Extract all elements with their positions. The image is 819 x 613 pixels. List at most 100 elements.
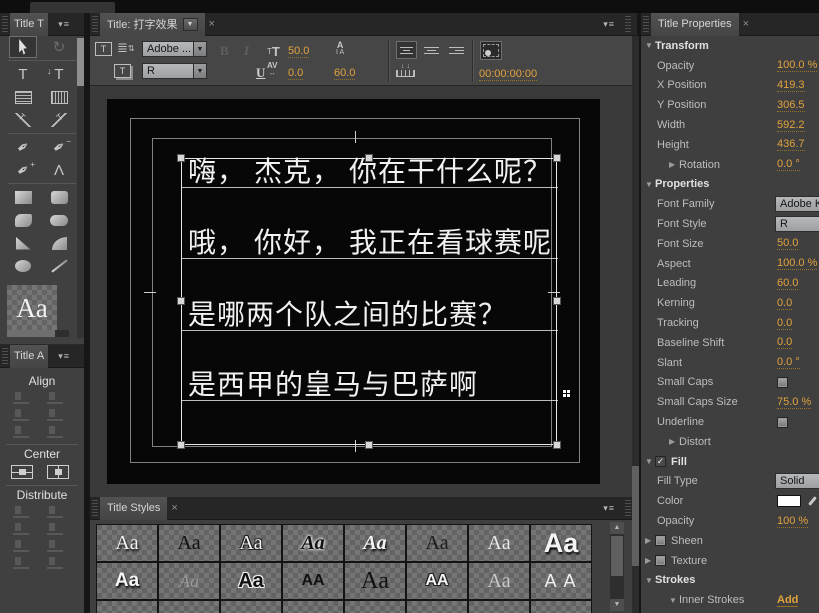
scroll-thumb[interactable] (632, 466, 639, 566)
height-value[interactable]: 436.7 (777, 138, 805, 151)
align-right-button[interactable] (446, 41, 467, 59)
pen-tool[interactable]: ✒ (9, 136, 37, 158)
selection-handle[interactable] (365, 154, 373, 162)
style-swatch[interactable]: A A (530, 562, 592, 600)
style-swatch[interactable]: Aa (96, 524, 158, 562)
style-swatch[interactable]: Aa (530, 524, 592, 562)
selection-handle[interactable] (553, 441, 561, 449)
expand-triangle-icon[interactable]: ▶ (645, 556, 655, 565)
underline-button[interactable]: U (256, 65, 265, 81)
small-caps-size-value[interactable]: 75.0 % (777, 396, 811, 409)
show-background-video-button[interactable] (480, 41, 502, 60)
font-style-select[interactable]: R (775, 216, 819, 232)
panel-menu-icon[interactable]: ▾≡ (603, 19, 615, 30)
small-caps-checkbox[interactable] (777, 377, 788, 388)
ellipse-tool[interactable] (9, 255, 37, 277)
properties-scrollbar[interactable] (632, 36, 639, 613)
rectangle-tool[interactable] (9, 186, 37, 208)
style-swatch[interactable]: Aa (96, 562, 158, 600)
leading-value[interactable]: 60.0 (777, 277, 798, 290)
roll-crawl-options-button[interactable]: ≣⇅ (117, 40, 135, 56)
style-swatch[interactable]: AA (406, 562, 468, 600)
center-vertical-button[interactable] (11, 465, 33, 479)
style-swatch[interactable] (158, 600, 220, 613)
style-swatch[interactable] (406, 600, 468, 613)
font-family-dropdown-arrow[interactable]: ▼ (194, 41, 207, 57)
panel-menu-icon[interactable]: ▾≡ (58, 351, 70, 362)
font-style-dropdown-arrow[interactable]: ▼ (194, 63, 207, 79)
font-size-value[interactable]: 50.0 (288, 45, 309, 58)
panel-gripper[interactable] (2, 348, 8, 364)
video-preview-area[interactable]: 嗨， 杰克， 你在干什么呢？哦， 你好， 我正在看球赛呢是哪两个队之间的比赛？是… (107, 99, 600, 484)
style-swatch[interactable]: Aa (158, 562, 220, 600)
scroll-down-icon[interactable]: ▼ (610, 599, 624, 611)
italic-button[interactable]: I (244, 43, 249, 59)
add-anchor-point-tool[interactable]: ✒+ (9, 159, 37, 181)
collapse-triangle-icon[interactable]: ▼ (645, 576, 655, 585)
title-text-line[interactable]: 是哪两个队之间的比赛？ (188, 300, 568, 331)
font-size-value[interactable]: 50.0 (777, 237, 798, 250)
x-position-value[interactable]: 419.3 (777, 79, 805, 92)
vertical-area-type-tool[interactable] (45, 86, 73, 108)
inner-strokes-add-link[interactable]: Add (777, 594, 798, 607)
tab-title-tools[interactable]: Title T (10, 13, 48, 36)
fill-checkbox[interactable]: ✓ (655, 456, 666, 467)
clipped-corner-rectangle-tool[interactable] (9, 209, 37, 231)
center-horizontal-button[interactable] (47, 465, 69, 479)
tab-title-document[interactable]: Title: 打字效果 ▼ (100, 13, 205, 36)
title-text-line[interactable]: 哦， 你好， 我正在看球赛呢 (188, 228, 568, 259)
tab-title-styles[interactable]: Title Styles (100, 497, 167, 520)
style-swatch[interactable]: Aa (406, 524, 468, 562)
title-switcher-dropdown[interactable]: ▼ (183, 18, 198, 31)
style-swatch[interactable]: AA (282, 562, 344, 600)
font-family-select[interactable]: Adobe K (775, 196, 819, 212)
panel-gripper[interactable] (92, 16, 98, 32)
collapse-triangle-icon[interactable]: ▼ (645, 180, 655, 189)
close-tab-icon[interactable]: × (209, 18, 215, 30)
style-swatch[interactable]: Aa (468, 524, 530, 562)
horizontal-type-tool[interactable]: T (9, 63, 37, 85)
style-swatch[interactable]: Aa (282, 524, 344, 562)
collapse-triangle-icon[interactable]: ▼ (645, 457, 655, 466)
arc-tool[interactable] (45, 232, 73, 254)
expand-triangle-icon[interactable]: ▶ (669, 160, 679, 169)
kerning-value[interactable]: 0.0 (777, 297, 792, 310)
style-swatch[interactable] (530, 600, 592, 613)
opacity-value[interactable]: 100.0 % (777, 59, 817, 72)
selection-handle[interactable] (553, 297, 561, 305)
expand-triangle-icon[interactable]: ▶ (669, 437, 679, 446)
sheen-checkbox[interactable] (655, 535, 666, 546)
delete-anchor-point-tool[interactable]: ✒− (45, 136, 73, 158)
tab-title-properties[interactable]: Title Properties (651, 13, 739, 36)
texture-checkbox[interactable] (655, 555, 666, 566)
new-title-based-on-current-button[interactable]: T (95, 42, 112, 56)
style-swatch[interactable] (96, 600, 158, 613)
style-swatch[interactable]: Aa (220, 524, 282, 562)
style-swatch[interactable]: Aa (158, 524, 220, 562)
style-swatch[interactable] (220, 600, 282, 613)
scroll-up-icon[interactable]: ▲ (610, 522, 624, 534)
convert-anchor-point-tool[interactable]: Λ (45, 159, 73, 181)
selection-handle[interactable] (365, 441, 373, 449)
styles-scrollbar[interactable]: ▲ ▼ (610, 522, 624, 611)
style-swatch[interactable] (344, 600, 406, 613)
panel-gripper[interactable] (625, 500, 631, 516)
selection-handle[interactable] (177, 154, 185, 162)
fill-type-select[interactable]: Solid (775, 473, 819, 489)
close-tab-icon[interactable]: × (171, 502, 177, 514)
panel-gripper[interactable] (625, 16, 631, 32)
collapse-triangle-icon[interactable]: ▼ (669, 596, 679, 605)
align-left-button[interactable] (396, 41, 417, 59)
bold-button[interactable]: B (220, 43, 229, 59)
panel-gripper[interactable] (643, 16, 649, 32)
line-tool[interactable] (45, 255, 73, 277)
rotation-value[interactable]: 0.0 ° (777, 158, 800, 171)
tracking-value[interactable]: 0.0 (777, 317, 792, 330)
tools-vertical-scrollbar[interactable] (77, 38, 84, 338)
tools-horizontal-scrollbar[interactable] (7, 330, 69, 337)
close-tab-icon[interactable]: × (743, 18, 749, 30)
rotation-tool[interactable]: ↻ (45, 36, 73, 58)
panel-gripper[interactable] (2, 16, 8, 32)
tab-stops-button[interactable]: ↓ ↓ (396, 64, 415, 77)
align-center-button[interactable] (421, 41, 442, 59)
